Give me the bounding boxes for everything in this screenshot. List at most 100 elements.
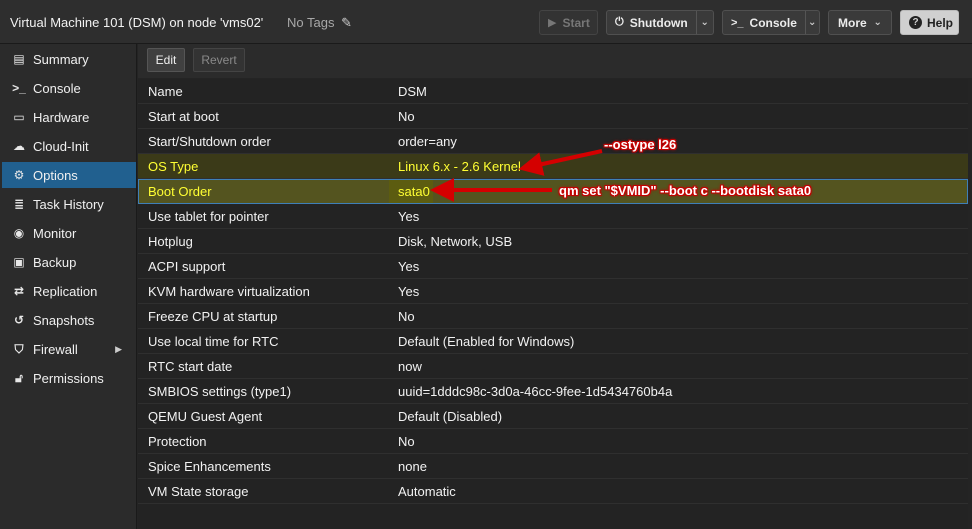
option-key: SMBIOS settings (type1) [148, 383, 292, 399]
table-row[interactable]: Freeze CPU at startup No [138, 304, 968, 329]
chevron-down-icon[interactable]: ⌄ [696, 17, 713, 28]
table-row[interactable]: Use local time for RTC Default (Enabled … [138, 329, 968, 354]
tags-editor[interactable]: No Tags ✎ [287, 15, 352, 31]
table-row[interactable]: Use tablet for pointer Yes [138, 204, 968, 229]
expand-arrow-icon[interactable]: ▶ [115, 344, 122, 355]
option-value: No [398, 308, 415, 324]
table-row[interactable]: ACPI support Yes [138, 254, 968, 279]
sidebar-item-task-history[interactable]: ≣ Task History [2, 191, 136, 217]
option-value: Yes [398, 283, 420, 299]
table-row[interactable]: Start at boot No [138, 104, 968, 129]
sidebar-item-hardware[interactable]: ▭ Hardware [2, 104, 136, 130]
option-key: Use tablet for pointer [148, 208, 269, 224]
table-row[interactable]: RTC start date now [138, 354, 968, 379]
terminal-icon: >_ [731, 16, 744, 29]
table-row[interactable]: Start/Shutdown order order=any [138, 129, 968, 154]
sidebar-item-label: Backup [33, 254, 77, 270]
sidebar-item-summary[interactable]: ▤ Summary [2, 46, 136, 72]
pencil-icon[interactable]: ✎ [341, 15, 352, 31]
sidebar-item-label: Options [33, 167, 78, 183]
monitor-icon: ▭ [13, 110, 25, 124]
sidebar-item-permissions[interactable]: 🔓︎ Permissions [2, 365, 136, 391]
shutdown-button-label: Shutdown [629, 15, 688, 30]
option-value: uuid=1dddc98c-3d0a-46cc-9fee-1d5434760b4… [398, 383, 673, 399]
option-value: Linux 6.x - 2.6 Kernel [398, 158, 521, 174]
sidebar-item-label: Cloud-Init [33, 138, 89, 154]
table-row[interactable]: SMBIOS settings (type1) uuid=1dddc98c-3d… [138, 379, 968, 404]
start-button-label: Start [562, 15, 590, 30]
options-grid: Name DSM Start at boot No Start/Shutdown… [138, 79, 968, 529]
book-icon: ▤ [13, 52, 25, 66]
option-key: Start at boot [148, 108, 219, 124]
option-key: Hotplug [148, 233, 193, 249]
options-toolbar: Edit Revert [138, 44, 972, 78]
table-row[interactable]: VM State storage Automatic [138, 479, 968, 504]
sidebar-item-label: Hardware [33, 109, 90, 125]
vm-title: Virtual Machine 101 (DSM) on node 'vms02… [10, 15, 264, 30]
table-row[interactable]: Protection No [138, 429, 968, 454]
option-key: Name [148, 83, 183, 99]
power-icon: ⏻ [615, 16, 624, 28]
terminal-icon: >_ [12, 81, 26, 95]
table-row[interactable]: Spice Enhancements none [138, 454, 968, 479]
eye-icon: ◉ [13, 226, 25, 240]
question-icon: ? [909, 16, 922, 29]
shield-icon: ⛉ [14, 341, 24, 356]
console-button-label: Console [749, 15, 797, 30]
table-row[interactable]: Hotplug Disk, Network, USB [138, 229, 968, 254]
cloud-icon: ☁ [13, 139, 25, 153]
revert-button[interactable]: Revert [193, 48, 245, 72]
help-button-label: Help [927, 15, 954, 30]
sidebar-item-replication[interactable]: ⇄ Replication [2, 278, 136, 304]
option-key: QEMU Guest Agent [148, 408, 263, 424]
edit-button[interactable]: Edit [147, 48, 185, 72]
sidebar-item-label: Snapshots [33, 312, 95, 328]
option-value: order=any [398, 133, 457, 149]
history-icon: ↺ [13, 313, 25, 327]
sidebar-item-monitor[interactable]: ◉ Monitor [2, 220, 136, 246]
gear-icon: ⚙ [13, 168, 25, 182]
sidebar-item-label: Console [33, 80, 81, 96]
boot-annotation: qm set "$VMID" --boot c --bootdisk sata0 [559, 183, 812, 198]
sidebar-item-label: Summary [33, 51, 89, 67]
table-row-selected[interactable]: Boot Order sata0 [138, 179, 968, 204]
help-button[interactable]: ? Help [900, 10, 959, 35]
sidebar-item-options[interactable]: ⚙ Options [2, 162, 136, 188]
table-row[interactable]: KVM hardware virtualization Yes [138, 279, 968, 304]
sidebar-item-firewall[interactable]: ⛉ Firewall ▶ [2, 336, 136, 362]
option-key: Freeze CPU at startup [148, 308, 278, 324]
option-key: Spice Enhancements [148, 458, 271, 474]
option-value: sata0 [398, 184, 430, 199]
sidebar-item-snapshots[interactable]: ↺ Snapshots [2, 307, 136, 333]
list-icon: ≣ [13, 197, 25, 211]
option-value: Default (Disabled) [398, 408, 503, 424]
shutdown-button[interactable]: ⏻ Shutdown ⌄ [606, 10, 714, 35]
console-button[interactable]: >_ Console ⌄ [722, 10, 820, 35]
table-row[interactable]: QEMU Guest Agent Default (Disabled) [138, 404, 968, 429]
sidebar-item-backup[interactable]: ▣ Backup [2, 249, 136, 275]
option-value: No [398, 433, 415, 449]
top-bar: Virtual Machine 101 (DSM) on node 'vms02… [0, 0, 972, 44]
option-key: KVM hardware virtualization [148, 283, 310, 299]
option-value: No [398, 108, 415, 124]
start-button[interactable]: ▶ Start [539, 10, 598, 35]
more-button[interactable]: More ⌄ [828, 10, 892, 35]
table-row[interactable]: Name DSM [138, 79, 968, 104]
sidebar-item-label: Firewall [33, 341, 78, 357]
sidebar-item-cloud-init[interactable]: ☁ Cloud-Init [2, 133, 136, 159]
option-key: ACPI support [148, 258, 226, 274]
option-key: VM State storage [148, 483, 249, 499]
chevron-down-icon[interactable]: ⌄ [806, 17, 820, 28]
option-value: DSM [398, 83, 427, 99]
play-icon: ▶ [548, 17, 557, 29]
option-key: Start/Shutdown order [148, 133, 271, 149]
option-key: OS Type [148, 158, 199, 174]
option-value: now [398, 358, 422, 374]
option-key: Use local time for RTC [148, 333, 279, 349]
option-value: Disk, Network, USB [398, 233, 513, 249]
sidebar-item-console[interactable]: >_ Console [2, 75, 136, 101]
table-row[interactable]: OS Type Linux 6.x - 2.6 Kernel [138, 154, 968, 179]
unlock-icon: 🔓︎ [15, 370, 23, 385]
sidebar-item-label: Permissions [33, 370, 104, 386]
sidebar: ▤ Summary >_ Console ▭ Hardware ☁ Cloud-… [0, 44, 137, 529]
